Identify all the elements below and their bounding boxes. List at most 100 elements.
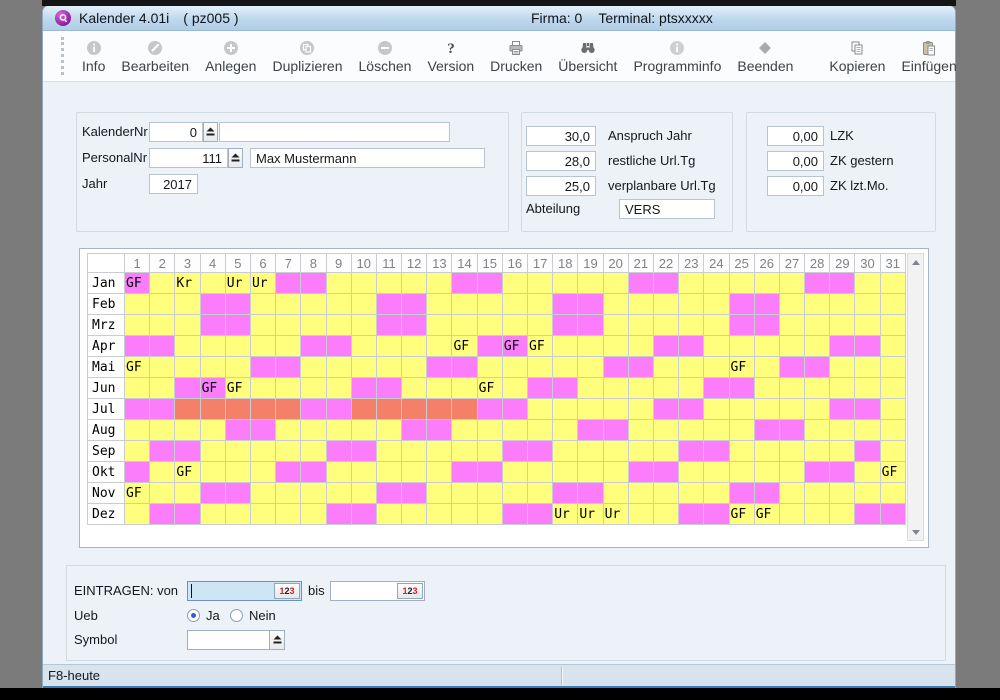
day-cell[interactable]	[830, 273, 855, 294]
day-cell[interactable]	[855, 504, 880, 525]
day-cell[interactable]	[729, 483, 754, 504]
day-cell[interactable]	[578, 441, 603, 462]
personalnr-spinner[interactable]	[228, 148, 243, 168]
day-cell[interactable]	[880, 336, 905, 357]
day-cell[interactable]	[679, 294, 704, 315]
day-cell[interactable]	[653, 483, 678, 504]
ueb-ja-radio[interactable]	[187, 609, 200, 622]
day-cell[interactable]	[326, 357, 351, 378]
day-cell[interactable]	[830, 483, 855, 504]
day-cell[interactable]	[175, 378, 200, 399]
day-cell[interactable]	[830, 420, 855, 441]
day-cell[interactable]	[830, 294, 855, 315]
day-cell[interactable]	[200, 273, 225, 294]
day-cell[interactable]	[225, 336, 250, 357]
day-cell[interactable]	[402, 273, 427, 294]
symbol-dropdown-spinner[interactable]	[269, 630, 285, 650]
einfuegen-button[interactable]: Einfügen	[901, 39, 956, 74]
day-cell[interactable]	[376, 357, 401, 378]
day-cell[interactable]	[427, 378, 452, 399]
day-cell[interactable]	[326, 483, 351, 504]
day-cell[interactable]	[528, 378, 553, 399]
day-cell[interactable]	[830, 378, 855, 399]
day-cell[interactable]: GF	[125, 273, 150, 294]
day-cell[interactable]	[250, 399, 275, 420]
day-cell[interactable]	[628, 462, 653, 483]
day-cell[interactable]	[351, 504, 376, 525]
day-cell[interactable]	[452, 420, 477, 441]
day-cell[interactable]	[150, 441, 175, 462]
day-cell[interactable]	[301, 336, 326, 357]
day-cell[interactable]	[628, 357, 653, 378]
day-cell[interactable]	[402, 294, 427, 315]
day-cell[interactable]	[351, 420, 376, 441]
day-cell[interactable]	[603, 315, 628, 336]
day-cell[interactable]	[250, 294, 275, 315]
day-cell[interactable]	[855, 378, 880, 399]
day-cell[interactable]	[376, 294, 401, 315]
day-cell[interactable]	[200, 483, 225, 504]
day-cell[interactable]	[351, 441, 376, 462]
kalendernr-name-field[interactable]	[219, 122, 450, 142]
day-cell[interactable]	[855, 273, 880, 294]
day-cell[interactable]	[704, 336, 729, 357]
day-cell[interactable]	[779, 357, 804, 378]
day-cell[interactable]	[376, 462, 401, 483]
day-cell[interactable]	[477, 315, 502, 336]
day-cell[interactable]	[653, 378, 678, 399]
day-cell[interactable]	[477, 462, 502, 483]
day-cell[interactable]	[855, 336, 880, 357]
day-cell[interactable]	[276, 357, 301, 378]
day-cell[interactable]	[276, 315, 301, 336]
day-cell[interactable]	[326, 462, 351, 483]
day-cell[interactable]	[679, 504, 704, 525]
personalnr-input[interactable]	[149, 148, 228, 168]
zk-gestern-field[interactable]	[767, 151, 824, 171]
day-cell[interactable]	[553, 462, 578, 483]
day-cell[interactable]	[452, 504, 477, 525]
day-cell[interactable]	[805, 441, 830, 462]
day-cell[interactable]	[427, 420, 452, 441]
day-cell[interactable]	[805, 462, 830, 483]
day-cell[interactable]: GF	[452, 336, 477, 357]
day-cell[interactable]	[502, 273, 527, 294]
day-cell[interactable]	[679, 462, 704, 483]
day-cell[interactable]	[150, 504, 175, 525]
day-cell[interactable]	[805, 399, 830, 420]
day-cell[interactable]: Ur	[578, 504, 603, 525]
day-cell[interactable]	[125, 441, 150, 462]
toolbar-grip[interactable]	[61, 37, 64, 75]
day-cell[interactable]	[150, 315, 175, 336]
day-cell[interactable]	[628, 336, 653, 357]
day-cell[interactable]	[477, 504, 502, 525]
day-cell[interactable]	[351, 357, 376, 378]
day-cell[interactable]	[805, 336, 830, 357]
day-cell[interactable]	[679, 357, 704, 378]
day-cell[interactable]	[528, 441, 553, 462]
day-cell[interactable]	[603, 420, 628, 441]
day-cell[interactable]	[477, 483, 502, 504]
day-cell[interactable]	[578, 336, 603, 357]
day-cell[interactable]	[754, 399, 779, 420]
day-cell[interactable]	[326, 378, 351, 399]
day-cell[interactable]	[376, 336, 401, 357]
day-cell[interactable]	[679, 420, 704, 441]
day-cell[interactable]	[150, 462, 175, 483]
day-cell[interactable]	[830, 462, 855, 483]
day-cell[interactable]: Ur	[250, 273, 275, 294]
day-cell[interactable]	[175, 336, 200, 357]
day-cell[interactable]	[779, 504, 804, 525]
day-cell[interactable]	[553, 378, 578, 399]
day-cell[interactable]	[805, 483, 830, 504]
day-cell[interactable]	[225, 483, 250, 504]
day-cell[interactable]	[578, 294, 603, 315]
day-cell[interactable]	[578, 357, 603, 378]
day-cell[interactable]	[704, 504, 729, 525]
day-cell[interactable]	[225, 399, 250, 420]
day-cell[interactable]	[553, 336, 578, 357]
day-cell[interactable]	[880, 441, 905, 462]
day-cell[interactable]	[578, 315, 603, 336]
day-cell[interactable]: GF	[477, 378, 502, 399]
day-cell[interactable]	[653, 504, 678, 525]
day-cell[interactable]: GF	[729, 357, 754, 378]
